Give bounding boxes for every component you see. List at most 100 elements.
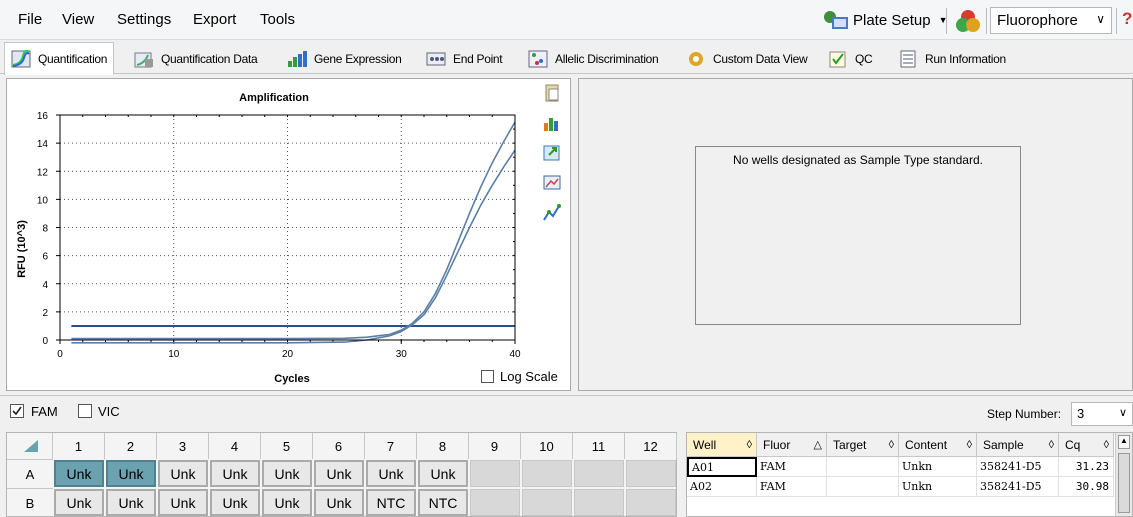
chevron-down-icon: ∨ bbox=[1096, 12, 1105, 26]
fam-checkbox[interactable] bbox=[10, 404, 24, 418]
sort-icon[interactable]: ◊ bbox=[1049, 439, 1054, 451]
column-header-well[interactable]: Well ◊ bbox=[687, 433, 757, 457]
table-cell-fluor[interactable]: FAM bbox=[757, 477, 827, 497]
plate-well[interactable]: Unk bbox=[158, 460, 208, 487]
fluorophore-icon[interactable] bbox=[954, 8, 982, 34]
plate-well[interactable]: Unk bbox=[54, 460, 104, 487]
table-cell-well[interactable]: A02 bbox=[687, 477, 757, 497]
sort-icon[interactable]: ◊ bbox=[889, 439, 894, 451]
column-header-cq[interactable]: Cq ◊ bbox=[1059, 433, 1114, 457]
log-scale-checkbox[interactable] bbox=[481, 370, 494, 383]
plate-column-header[interactable]: 5 bbox=[261, 433, 313, 459]
plate-well[interactable]: Unk bbox=[314, 460, 364, 487]
scroll-up-icon[interactable]: ▲ bbox=[1118, 435, 1130, 449]
tab-quantification-data[interactable]: Quantification Data bbox=[128, 44, 263, 74]
table-cell-sample[interactable]: 358241-D5 bbox=[977, 457, 1059, 477]
copy-icon[interactable] bbox=[542, 83, 562, 103]
plate-corner[interactable] bbox=[7, 433, 53, 459]
table-cell-content[interactable]: Unkn bbox=[899, 457, 977, 477]
plate-well[interactable]: Unk bbox=[418, 460, 468, 487]
tab-end-point[interactable]: End Point bbox=[420, 44, 508, 74]
plate-column-header[interactable]: 9 bbox=[469, 433, 521, 459]
plate-column-header[interactable]: 4 bbox=[209, 433, 261, 459]
sort-icon[interactable]: ◊ bbox=[1104, 439, 1109, 451]
chart-options-icon[interactable] bbox=[542, 113, 562, 133]
plate-well[interactable]: Unk bbox=[106, 460, 156, 487]
vic-checkbox[interactable] bbox=[78, 404, 92, 418]
plate-column-header[interactable]: 1 bbox=[53, 433, 105, 459]
plate-well[interactable] bbox=[470, 489, 520, 516]
scrollbar-thumb[interactable] bbox=[1118, 453, 1130, 513]
menu-tools[interactable]: Tools bbox=[260, 11, 295, 28]
menu-export[interactable]: Export bbox=[193, 11, 236, 28]
column-header-content[interactable]: Content ◊ bbox=[899, 433, 977, 457]
amplification-chart[interactable]: Amplification Cycles RFU (10^3) 0 2 4 6 8 10 1… bbox=[7, 79, 537, 389]
plate-well[interactable]: Unk bbox=[210, 460, 260, 487]
plate-row-header[interactable]: B bbox=[7, 488, 53, 517]
plate-row-header[interactable]: A bbox=[7, 459, 53, 488]
plate-well[interactable] bbox=[574, 460, 624, 487]
table-cell-well[interactable]: A01 bbox=[687, 457, 757, 477]
plate-well[interactable]: Unk bbox=[54, 489, 104, 516]
plate-well[interactable]: Unk bbox=[210, 489, 260, 516]
plate-column-header[interactable]: 7 bbox=[365, 433, 417, 459]
amplification-curve-1[interactable] bbox=[71, 121, 516, 340]
plate-well[interactable] bbox=[574, 489, 624, 516]
export-icon[interactable] bbox=[542, 143, 562, 163]
menu-view[interactable]: View bbox=[62, 11, 94, 28]
tab-gene-expression[interactable]: Gene Expression bbox=[281, 44, 408, 74]
step-number-select[interactable]: 3 ∨ bbox=[1071, 402, 1133, 426]
table-cell-cq[interactable]: 31.23 bbox=[1059, 457, 1114, 477]
plate-setup-button[interactable]: Plate Setup ▼ bbox=[820, 6, 947, 34]
tab-run-information[interactable]: Run Information bbox=[892, 44, 1012, 74]
plate-well[interactable]: Unk bbox=[366, 460, 416, 487]
plate-well[interactable] bbox=[470, 460, 520, 487]
plate-well[interactable] bbox=[626, 460, 676, 487]
table-cell-target[interactable] bbox=[827, 477, 899, 497]
column-header-target[interactable]: Target ◊ bbox=[827, 433, 899, 457]
tab-quantification[interactable]: Quantification bbox=[4, 42, 115, 75]
column-header-label: Sample bbox=[983, 437, 1024, 452]
vertical-scrollbar[interactable]: ▲ bbox=[1115, 433, 1132, 516]
tab-custom-data-view[interactable]: Custom Data View bbox=[680, 44, 813, 74]
menu-file[interactable]: File bbox=[18, 11, 42, 28]
plate-column-header[interactable]: 12 bbox=[625, 433, 677, 459]
plate-well[interactable]: NTC bbox=[418, 489, 468, 516]
table-cell-target[interactable] bbox=[827, 457, 899, 477]
amplification-curve-2[interactable] bbox=[71, 149, 516, 344]
plate-well[interactable]: Unk bbox=[314, 489, 364, 516]
plate-column-header[interactable]: 8 bbox=[417, 433, 469, 459]
plate-well[interactable] bbox=[522, 489, 572, 516]
plate-well[interactable] bbox=[522, 460, 572, 487]
tab-qc[interactable]: QC bbox=[822, 44, 878, 74]
plate-well[interactable]: Unk bbox=[158, 489, 208, 516]
table-cell-sample[interactable]: 358241-D5 bbox=[977, 477, 1059, 497]
sort-icon[interactable]: △ bbox=[814, 438, 822, 451]
table-cell-content[interactable]: Unkn bbox=[899, 477, 977, 497]
table-cell-fluor[interactable]: FAM bbox=[757, 457, 827, 477]
fluorophore-value: Fluorophore bbox=[997, 12, 1078, 29]
y-tick-label: 6 bbox=[42, 252, 48, 263]
fluorophore-select[interactable]: Fluorophore ∨ bbox=[990, 7, 1112, 34]
plate-column-header[interactable]: 6 bbox=[313, 433, 365, 459]
plate-column-header[interactable]: 3 bbox=[157, 433, 209, 459]
plate-column-header[interactable]: 11 bbox=[573, 433, 625, 459]
sort-icon[interactable]: ◊ bbox=[967, 439, 972, 451]
log-scale-toggle[interactable]: Log Scale bbox=[481, 369, 558, 384]
help-icon[interactable]: ? bbox=[1122, 9, 1132, 29]
tab-allelic-discrimination[interactable]: Allelic Discrimination bbox=[522, 44, 664, 74]
column-header-sample[interactable]: Sample ◊ bbox=[977, 433, 1059, 457]
trace-icon[interactable] bbox=[542, 203, 562, 223]
plate-well[interactable] bbox=[626, 489, 676, 516]
plate-column-header[interactable]: 2 bbox=[105, 433, 157, 459]
sort-icon[interactable]: ◊ bbox=[747, 439, 752, 451]
plate-well[interactable]: Unk bbox=[262, 489, 312, 516]
plate-well[interactable]: Unk bbox=[262, 460, 312, 487]
plate-column-header[interactable]: 10 bbox=[521, 433, 573, 459]
menu-settings[interactable]: Settings bbox=[117, 11, 171, 28]
column-header-fluor[interactable]: Fluor △ bbox=[757, 433, 827, 457]
plate-well[interactable]: Unk bbox=[106, 489, 156, 516]
table-cell-cq[interactable]: 30.98 bbox=[1059, 477, 1114, 497]
image-icon[interactable] bbox=[542, 173, 562, 193]
plate-well[interactable]: NTC bbox=[366, 489, 416, 516]
